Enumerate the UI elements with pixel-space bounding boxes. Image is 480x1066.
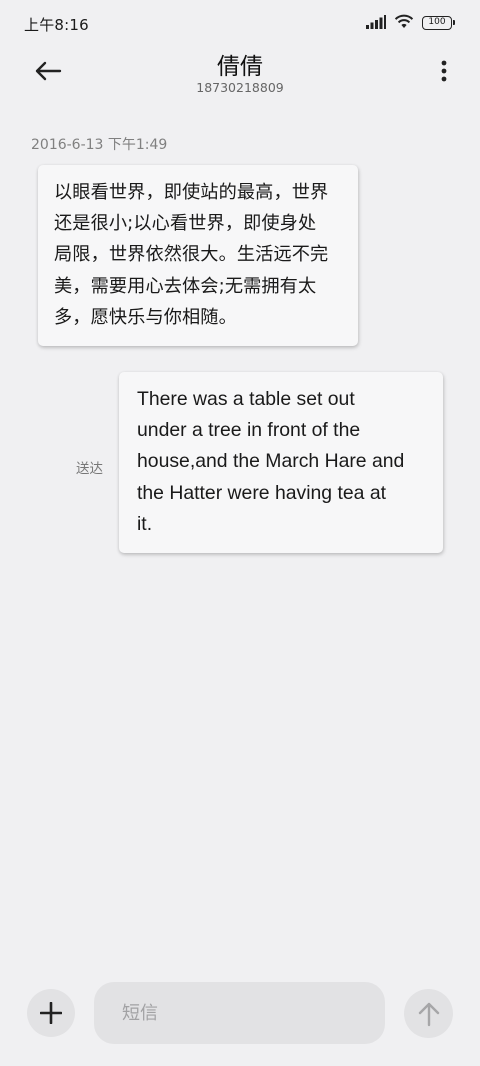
message-line: it. <box>137 512 153 535</box>
more-vertical-icon <box>441 60 447 82</box>
message-line: 以眼看世界，即使站的最高，世界 <box>54 182 329 203</box>
wifi-icon <box>394 13 414 33</box>
message-input[interactable] <box>94 982 385 1044</box>
battery-icon: 100 <box>422 16 455 30</box>
message-line: 美，需要用心去体会;无需拥有太 <box>54 275 317 297</box>
delivery-status: 送达 <box>76 461 103 477</box>
plus-icon <box>40 1002 62 1024</box>
incoming-message-bubble[interactable]: 以眼看世界，即使站的最高，世界 还是很小;以心看世界，即使身处 局限，世界依然很… <box>38 165 358 346</box>
message-line: the Hatter were having tea at <box>137 481 386 504</box>
status-icons: 100 <box>366 13 455 33</box>
add-attachment-button[interactable] <box>27 989 75 1037</box>
contact-phone-number: 18730218809 <box>196 80 284 95</box>
send-button[interactable] <box>404 989 453 1038</box>
contact-name: 倩倩 <box>217 54 263 80</box>
arrow-up-icon <box>418 1002 439 1026</box>
more-options-button[interactable] <box>438 56 450 86</box>
message-line: There was a table set out <box>137 388 355 410</box>
signal-icon <box>366 14 386 33</box>
message-line: 还是很小;以心看世界，即使身处 <box>54 213 317 235</box>
conversation-header: 倩倩 18730218809 <box>0 46 480 104</box>
message-line: 多，愿快乐与你相随。 <box>54 306 237 328</box>
message-line: 局限，世界依然很大。生活远不完 <box>54 244 329 266</box>
status-time: 上午8:16 <box>24 16 89 34</box>
status-bar: 上午8:16 100 <box>0 0 480 46</box>
message-timestamp: 2016-6-13 下午1:49 <box>31 137 168 153</box>
message-input-container[interactable] <box>94 982 385 1044</box>
message-line: house,and the March Hare and <box>137 450 405 473</box>
outgoing-message-bubble[interactable]: There was a table set out under a tree i… <box>119 372 443 553</box>
message-line: under a tree in front of the <box>137 419 361 442</box>
composer-bar <box>0 980 480 1050</box>
